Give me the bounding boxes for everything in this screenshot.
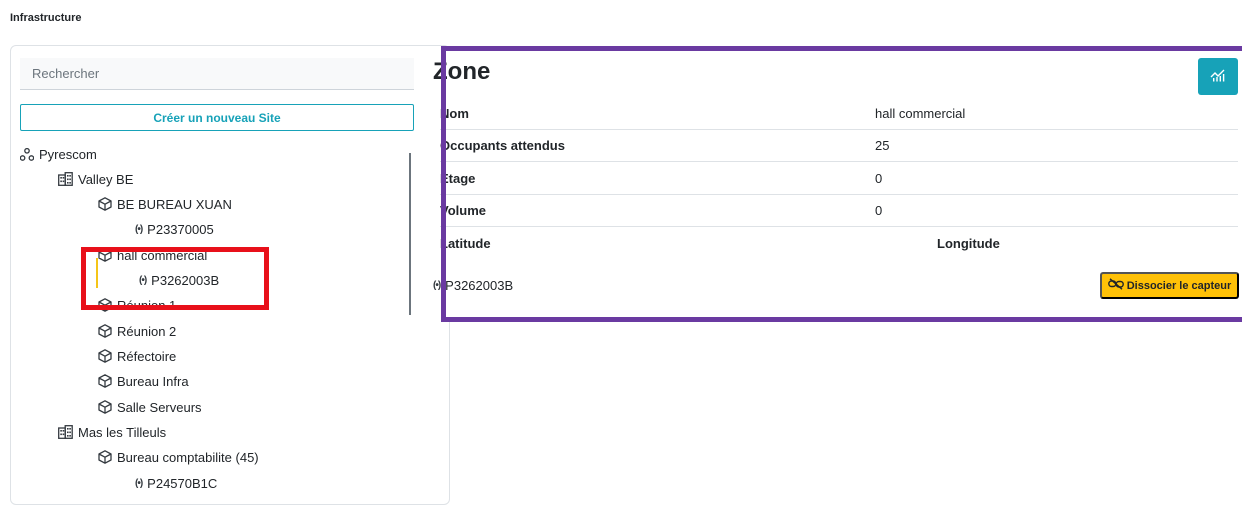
cube-icon [98, 450, 112, 464]
cube-icon [98, 197, 112, 211]
field-value: hall commercial [875, 106, 966, 121]
tree-item-label: P23370005 [147, 221, 214, 237]
field-value: 25 [875, 138, 890, 153]
create-site-button[interactable]: Créer un nouveau Site [20, 104, 414, 131]
field-row-occupants: Occupants attendus 25 [440, 130, 1238, 162]
search-input[interactable] [20, 58, 414, 90]
tree-item-sensor[interactable]: (•) P23370005 [135, 219, 214, 239]
linked-sensor: (•) P3262003B [433, 278, 513, 293]
field-value: 0 [875, 171, 883, 186]
field-row-nom: Nom hall commercial [440, 98, 1238, 130]
tree-item-label: Bureau Infra [117, 373, 189, 389]
linked-sensor-label: P3262003B [445, 278, 514, 293]
dissociate-sensor-button[interactable]: Dissocier le capteur [1100, 272, 1239, 299]
sensor-icon: (•) [135, 223, 143, 235]
tree-item-site[interactable]: Mas les Tilleuls [58, 422, 166, 442]
sensor-icon: (•) [139, 274, 147, 286]
cube-icon [98, 374, 112, 388]
tree-item-label: hall commercial [117, 247, 208, 263]
cube-icon [98, 349, 112, 363]
sensor-icon: (•) [135, 477, 143, 489]
sensor-icon: (•) [433, 280, 441, 291]
field-label: Nom [440, 106, 469, 121]
tree-item-label: Bureau comptabilite (45) [117, 449, 259, 465]
tree-item-label: Valley BE [78, 171, 134, 187]
building-icon [58, 425, 73, 439]
tree-item-zone[interactable]: Salle Serveurs [98, 397, 202, 417]
field-label: Volume [440, 203, 486, 218]
tree-item-sensor[interactable]: (•) P24570B1C [135, 473, 217, 493]
chart-icon [1210, 68, 1226, 85]
tree-item-zone[interactable]: Réfectoire [98, 346, 176, 366]
building-icon [58, 172, 73, 186]
cube-icon [98, 400, 112, 414]
unlink-icon [1107, 278, 1127, 293]
tree-item-zone[interactable]: BE BUREAU XUAN [98, 194, 232, 214]
zone-title: Zone [433, 58, 491, 85]
cube-icon [98, 248, 112, 262]
tree-item-label: Réunion 2 [117, 323, 177, 339]
field-row-volume: Volume 0 [440, 195, 1238, 227]
tree-item-zone[interactable]: Réunion 1 [98, 295, 176, 315]
tree-item-company[interactable]: Pyrescom [20, 144, 97, 164]
field-label: Etage [440, 171, 476, 186]
tree-item-label: P24570B1C [147, 475, 218, 491]
tree-item-site[interactable]: Valley BE [58, 169, 133, 189]
cube-icon [98, 324, 112, 338]
tree-item-label: BE BUREAU XUAN [117, 196, 232, 212]
network-icon [20, 147, 34, 161]
field-label: Occupants attendus [440, 138, 565, 153]
longitude-label: Longitude [937, 236, 1000, 251]
tree-item-sensor-selected[interactable]: (•) P3262003B [139, 270, 219, 290]
dissociate-label: Dissocier le capteur [1126, 279, 1232, 292]
field-row-etage: Etage 0 [440, 163, 1238, 195]
tree-item-label: Réunion 1 [117, 297, 177, 313]
tree-item-zone[interactable]: Bureau Infra [98, 371, 189, 391]
page-title: Infrastructure [10, 12, 82, 24]
tree-item-zone-selected[interactable]: hall commercial [98, 245, 207, 265]
coordinates-row: Latitude Longitude [440, 228, 1238, 258]
chart-button[interactable] [1198, 58, 1238, 95]
latitude-label: Latitude [440, 236, 491, 251]
tree-item-label: Salle Serveurs [117, 399, 202, 415]
tree-item-label: Réfectoire [117, 348, 177, 364]
tree-item-label: Pyrescom [39, 146, 97, 162]
tree-item-label: Mas les Tilleuls [78, 424, 167, 440]
field-value: 0 [875, 203, 883, 218]
tree-scrollbar[interactable] [409, 153, 411, 315]
cube-icon [98, 298, 112, 312]
tree-item-zone[interactable]: Bureau comptabilite (45) [98, 447, 259, 467]
tree-item-label: P3262003B [151, 272, 220, 288]
selection-marker [96, 258, 98, 288]
tree-item-zone[interactable]: Réunion 2 [98, 321, 176, 341]
